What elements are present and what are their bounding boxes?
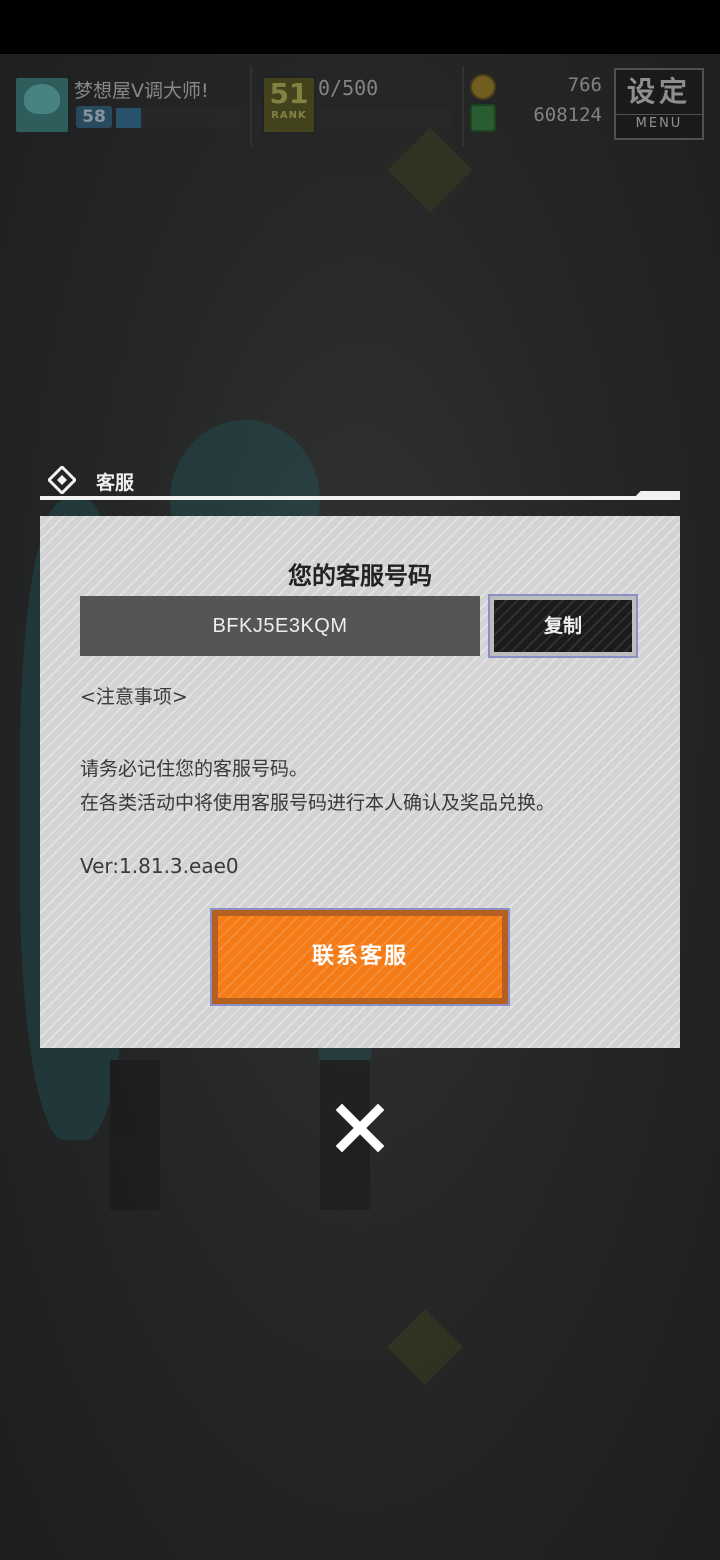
- rank-number: 51: [269, 77, 309, 110]
- gem-icon: [470, 104, 496, 132]
- dialog-header-tab: [632, 491, 680, 500]
- menu-button-sublabel: MENU: [616, 114, 702, 133]
- notice-line: 请务必记住您的客服号码。: [80, 758, 309, 780]
- player-name: 梦想屋V调大师!: [74, 80, 209, 102]
- support-diamond-icon: [48, 466, 76, 494]
- customer-service-dialog: 您的客服号码 BFKJ5E3KQM 复制 <注意事项> 请务必记住您的客服号码。…: [40, 516, 680, 1048]
- xp-bar-fill: [116, 108, 141, 128]
- close-icon[interactable]: [332, 1100, 388, 1156]
- level-badge: 58: [76, 106, 112, 128]
- coin-count: 766: [567, 74, 602, 96]
- status-bar: [0, 0, 720, 54]
- coin-icon: [470, 74, 496, 100]
- dialog-title: 客服: [96, 472, 135, 494]
- game-screen: 梦想屋V调大师! 58 51 RANK 0/500 766 608124 设定 …: [0, 0, 720, 1560]
- menu-button[interactable]: 设定 MENU: [614, 68, 704, 140]
- notice-line: 在各类活动中将使用客服号码进行本人确认及奖品兑换。: [80, 792, 556, 814]
- notice-heading: <注意事项>: [80, 686, 188, 708]
- rank-badge: 51 RANK: [262, 76, 316, 134]
- contact-support-button[interactable]: 联系客服: [210, 908, 510, 1006]
- service-code-field: BFKJ5E3KQM: [80, 596, 480, 656]
- xp-bar: [116, 108, 240, 128]
- gem-count: 608124: [533, 104, 602, 126]
- top-hud: 梦想屋V调大师! 58 51 RANK 0/500 766 608124 设定 …: [0, 60, 720, 150]
- rank-progress-text: 0/500: [318, 76, 379, 100]
- dialog-header: 客服: [40, 466, 680, 502]
- divider: [462, 66, 464, 146]
- copy-button-label: 复制: [494, 600, 632, 652]
- avatar[interactable]: [14, 76, 70, 134]
- copy-button[interactable]: 复制: [488, 594, 638, 658]
- menu-button-label: 设定: [626, 75, 691, 108]
- rank-progress-bar: [318, 108, 452, 128]
- divider: [250, 66, 252, 146]
- dialog-heading: 您的客服号码: [288, 562, 432, 590]
- notice-text: 请务必记住您的客服号码。 在各类活动中将使用客服号码进行本人确认及奖品兑换。: [80, 752, 555, 820]
- contact-support-label: 联系客服: [218, 916, 502, 998]
- version-text: Ver:1.81.3.eae0: [80, 854, 239, 878]
- rank-label: RANK: [271, 110, 307, 121]
- background-decoration: [386, 1308, 464, 1386]
- dialog-header-line: [40, 496, 680, 500]
